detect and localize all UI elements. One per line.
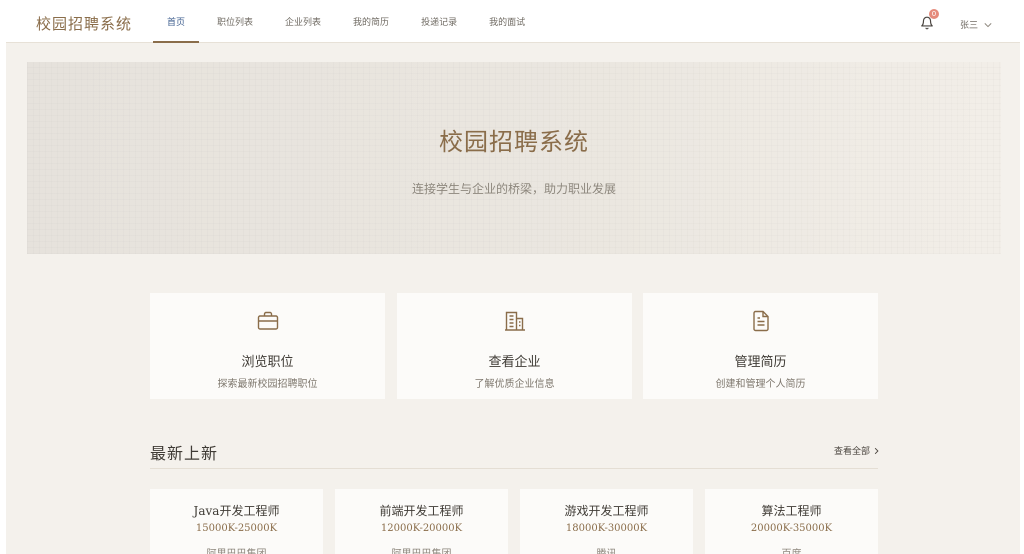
feature-card-manage-resume[interactable]: 管理简历 创建和管理个人简历 [643, 293, 878, 399]
nav-item-home[interactable]: 首页 [153, 0, 200, 43]
feature-card-view-companies[interactable]: 查看企业 了解优质企业信息 [397, 293, 632, 399]
app-window: 校园招聘系统 首页 职位列表 企业列表 我的简历 投递记录 我的面试 0 张三 … [0, 0, 1024, 554]
job-salary: 15000K-25000K [195, 523, 278, 534]
nav-item-jobs[interactable]: 职位列表 [203, 0, 267, 42]
top-header: 校园招聘系统 首页 职位列表 企业列表 我的简历 投递记录 我的面试 0 张三 [6, 0, 1020, 43]
job-card[interactable]: 前端开发工程师 12000K-20000K 阿里巴巴集团 [335, 489, 508, 554]
feature-desc: 了解优质企业信息 [474, 379, 555, 390]
section-divider [150, 468, 878, 469]
job-title: 前端开发工程师 [379, 504, 464, 518]
view-all-label: 查看全部 [834, 447, 871, 457]
job-card[interactable]: 游戏开发工程师 18000K-30000K 腾讯 [520, 489, 693, 554]
job-salary: 12000K-20000K [380, 523, 463, 534]
job-salary: 20000K-35000K [750, 523, 833, 534]
hero-pattern [27, 62, 1001, 254]
left-edge [0, 0, 6, 554]
job-title: 算法工程师 [761, 504, 822, 518]
user-menu[interactable]: 张三 [960, 18, 992, 31]
site-logo[interactable]: 校园招聘系统 [36, 13, 132, 34]
hero-title: 校园招聘系统 [439, 128, 589, 156]
job-title: 游戏开发工程师 [564, 504, 649, 518]
job-card[interactable]: 算法工程师 20000K-35000K 百度 [705, 489, 878, 554]
nav-item-interviews[interactable]: 我的面试 [475, 0, 539, 42]
hero-subtitle: 连接学生与企业的桥梁，助力职业发展 [411, 182, 616, 196]
chevron-down-icon [984, 22, 992, 27]
feature-title: 管理简历 [734, 355, 787, 370]
job-company: 阿里巴巴集团 [335, 545, 508, 554]
feature-title: 查看企业 [488, 355, 541, 370]
nav-item-resume[interactable]: 我的简历 [339, 0, 403, 42]
job-company: 百度 [705, 545, 878, 554]
building-icon [505, 311, 525, 331]
feature-desc: 探索最新校园招聘职位 [217, 379, 318, 390]
feature-title: 浏览职位 [241, 355, 294, 370]
document-icon [753, 310, 769, 332]
briefcase-icon [257, 311, 279, 330]
notification-badge: 0 [929, 9, 939, 19]
nav-item-applications[interactable]: 投递记录 [407, 0, 471, 42]
feature-card-browse-jobs[interactable]: 浏览职位 探索最新校园招聘职位 [150, 293, 385, 399]
job-title: Java开发工程师 [193, 504, 280, 518]
right-edge [1020, 0, 1024, 554]
job-salary: 18000K-30000K [565, 523, 648, 534]
view-all-link[interactable]: 查看全部 [834, 444, 880, 457]
main-nav: 首页 职位列表 企业列表 我的简历 投递记录 我的面试 [153, 0, 543, 43]
chevron-right-icon [874, 447, 879, 454]
section-title-latest: 最新上新 [150, 444, 219, 463]
feature-desc: 创建和管理个人简历 [715, 379, 806, 390]
nav-item-companies[interactable]: 企业列表 [271, 0, 335, 42]
hero-banner: 校园招聘系统 连接学生与企业的桥梁，助力职业发展 [27, 62, 1001, 254]
user-name: 张三 [960, 21, 979, 31]
job-card[interactable]: Java开发工程师 15000K-25000K 阿里巴巴集团 [150, 489, 323, 554]
job-company: 腾讯 [520, 545, 693, 554]
job-company: 阿里巴巴集团 [150, 545, 323, 554]
